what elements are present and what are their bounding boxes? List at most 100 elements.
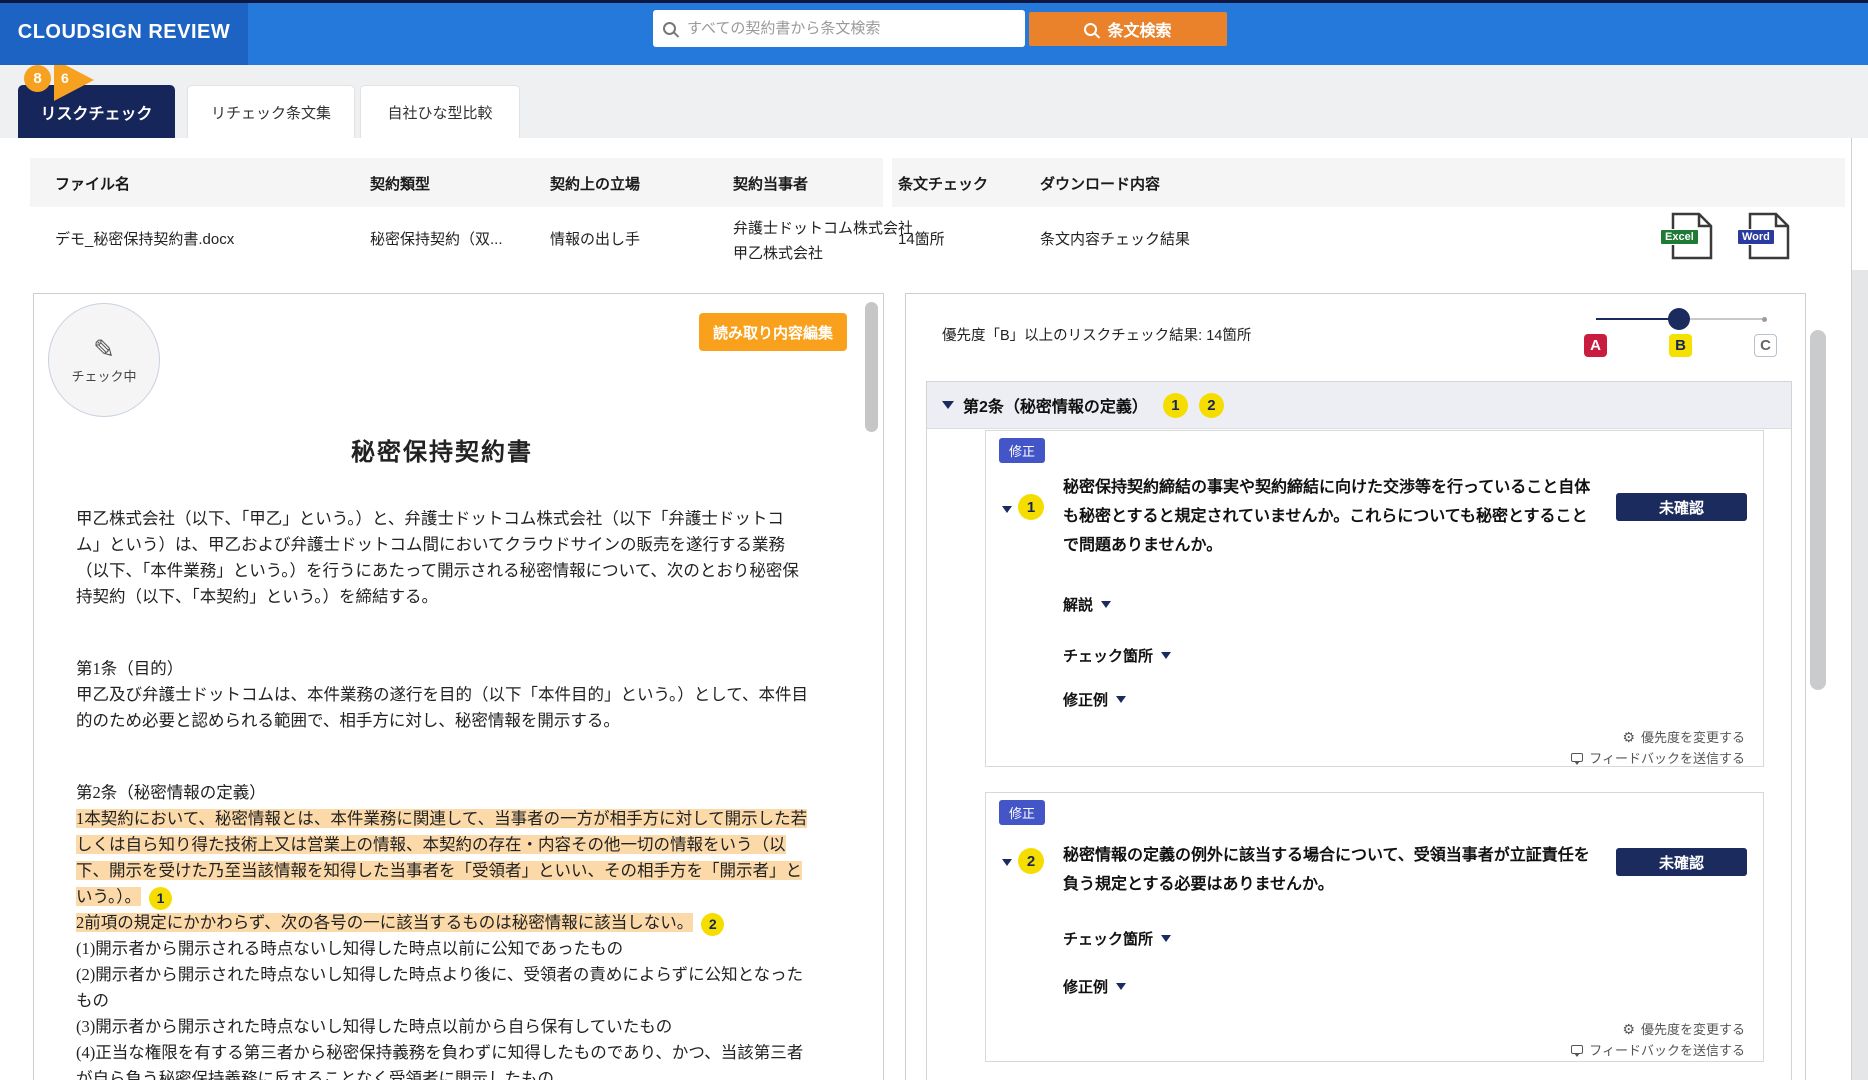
chevron-down-icon	[1116, 983, 1126, 990]
app-header: CLOUDSIGN REVIEW 条文検索	[0, 0, 1868, 65]
highlighted-clause-1: 1本契約において、秘密情報とは、本件業務に関連して、当事者の一方が相手方に対して…	[76, 809, 807, 906]
article1-heading: 第1条（目的）	[76, 656, 808, 682]
tab-bar: リスクチェック リチェック条文集 自社ひな型比較 8 6	[0, 65, 1868, 138]
priority-slider-endstop	[1762, 317, 1767, 322]
send-feedback-link[interactable]: フィードバックを送信する	[1571, 1040, 1745, 1059]
search-icon	[663, 22, 676, 35]
explanation-toggle[interactable]: 解説	[1063, 594, 1111, 615]
tab-label: 自社ひな型比較	[387, 102, 492, 123]
party-1: 弁護士ドットコム株式会社	[733, 216, 913, 241]
highlighted-clause-2: 2前項の規定にかかわらず、次の各号の一に該当するものは秘密情報に該当しない。	[76, 913, 693, 932]
send-feedback-link[interactable]: フィードバックを送信する	[1571, 748, 1745, 767]
clause-search-label: 条文検索	[1107, 17, 1171, 41]
priority-badge-a[interactable]: A	[1584, 334, 1607, 357]
cell-file-name: デモ_秘密保持契約書.docx	[55, 228, 234, 249]
link-label: 修正例	[1063, 689, 1108, 710]
priority-badge-c[interactable]: C	[1754, 334, 1777, 357]
article2-clause2: 2前項の規定にかかわらず、次の各号の一に該当するものは秘密情報に該当しない。 2	[76, 910, 808, 936]
fix-badge: 修正	[999, 438, 1045, 463]
pencil-icon: ✎	[93, 336, 115, 362]
risk-results-panel: 優先度「B」以上のリスクチェック結果: 14箇所 A B C 第2条（秘密情報の…	[905, 293, 1806, 1080]
article2-item-3: (3)開示者から開示された時点ないし知得した時点以前から自ら保有していたもの	[76, 1014, 808, 1040]
cell-position: 情報の出し手	[550, 228, 640, 249]
article2-item-4: (4)正当な権限を有する第三者から秘密保持義務を負わずに知得したものであり、かつ…	[76, 1040, 808, 1080]
party-2: 甲乙株式会社	[733, 241, 913, 266]
tab-recheck-clauses[interactable]: リチェック条文集	[187, 85, 355, 138]
gear-icon: ⚙	[1622, 1022, 1635, 1036]
article-section: 第2条（秘密情報の定義） 1 2 修正 1 秘密保持契約締結の事実や契約締結に向…	[926, 381, 1792, 1080]
tab-template-compare[interactable]: 自社ひな型比較	[360, 85, 520, 138]
chevron-down-icon	[1116, 696, 1126, 703]
cell-download-content: 条文内容チェック結果	[1040, 228, 1190, 249]
fix-example-toggle[interactable]: 修正例	[1063, 976, 1126, 997]
tab-risk-check[interactable]: リスクチェック	[18, 85, 175, 138]
chevron-down-icon	[1161, 652, 1171, 659]
priority-slider-thumb[interactable]	[1668, 308, 1690, 330]
cell-clause-check: 14箇所	[898, 228, 945, 249]
article-section-header[interactable]: 第2条（秘密情報の定義） 1 2	[927, 382, 1791, 429]
edit-ocr-content-button[interactable]: 読み取り内容編集	[699, 313, 847, 351]
search-input[interactable]	[685, 19, 1015, 38]
word-download-icon[interactable]: Word	[1745, 212, 1791, 260]
search-icon	[1084, 23, 1097, 36]
footer-link-label: フィードバックを送信する	[1589, 748, 1745, 767]
collapse-icon[interactable]	[1002, 859, 1012, 866]
priority-slider-track-filled[interactable]	[1596, 318, 1679, 320]
risk-question: 秘密情報の定義の例外に該当する場合について、受領当事者が立証責任を負う規定とする…	[1063, 841, 1593, 899]
change-priority-link[interactable]: ⚙ 優先度を変更する	[1622, 1019, 1745, 1038]
col-download: ダウンロード内容	[1040, 173, 1160, 194]
check-location-toggle[interactable]: チェック箇所	[1063, 645, 1171, 666]
window-top-edge	[0, 0, 1868, 3]
article2-item-1: (1)開示者から開示される時点ないし知得した時点以前に公知であったもの	[76, 936, 808, 962]
contract-document: 秘密保持契約書 甲乙株式会社（以下、「甲乙」という。）と、弁護士ドットコム株式会…	[76, 434, 808, 1080]
hint-badge-8[interactable]: 8	[24, 65, 51, 92]
change-priority-link[interactable]: ⚙ 優先度を変更する	[1622, 727, 1745, 746]
article1-body: 甲乙及び弁護士ドットコムは、本件業務の遂行を目的（以下「本件目的」という。）とし…	[76, 682, 808, 734]
app-window: CLOUDSIGN REVIEW 条文検索 リスクチェック リチェック条文集 自…	[0, 0, 1868, 1080]
risk-marker-1[interactable]: 1	[149, 887, 172, 910]
section-marker-1[interactable]: 1	[1163, 393, 1188, 418]
word-label: Word	[1737, 229, 1775, 245]
hint-arrow-label: 6	[61, 70, 69, 86]
page-background	[1852, 270, 1868, 1080]
article2-clause1: 1本契約において、秘密情報とは、本件業務に関連して、当事者の一方が相手方に対して…	[76, 806, 808, 910]
link-label: 修正例	[1063, 976, 1108, 997]
results-scrollbar[interactable]	[1810, 330, 1826, 690]
risk-card-1: 修正 1 秘密保持契約締結の事実や契約締結に向けた交渉等を行っていること自体も秘…	[985, 430, 1764, 767]
fix-badge: 修正	[999, 800, 1045, 825]
search-box	[653, 10, 1025, 47]
chevron-down-icon	[1161, 935, 1171, 942]
excel-download-icon[interactable]: Excel	[1668, 212, 1714, 260]
tab-label: リチェック条文集	[211, 102, 331, 123]
link-label: チェック箇所	[1063, 928, 1153, 949]
card-marker-2[interactable]: 2	[1018, 848, 1044, 874]
link-label: チェック箇所	[1063, 645, 1153, 666]
cell-parties: 弁護士ドットコム株式会社 甲乙株式会社	[733, 216, 913, 266]
card-marker-1[interactable]: 1	[1018, 494, 1044, 520]
document-scrollbar[interactable]	[865, 302, 878, 432]
document-panel: ✎ チェック中 読み取り内容編集 秘密保持契約書 甲乙株式会社（以下、「甲乙」と…	[33, 293, 884, 1080]
clause-search-button[interactable]: 条文検索	[1029, 12, 1227, 46]
risk-marker-2[interactable]: 2	[701, 913, 724, 936]
cell-contract-type: 秘密保持契約（双...	[370, 228, 503, 249]
col-position: 契約上の立場	[550, 173, 640, 194]
tab-label: リスクチェック	[40, 100, 152, 124]
check-location-toggle[interactable]: チェック箇所	[1063, 928, 1171, 949]
feedback-bubble-icon	[1571, 1045, 1583, 1054]
collapse-icon[interactable]	[1002, 506, 1012, 513]
priority-badge-b[interactable]: B	[1669, 334, 1692, 357]
article2-item-2: (2)開示者から開示された時点ないし知得した時点より後に、受領者の責めによらずに…	[76, 962, 808, 1014]
results-summary: 優先度「B」以上のリスクチェック結果: 14箇所	[942, 324, 1251, 345]
fix-example-toggle[interactable]: 修正例	[1063, 689, 1126, 710]
col-parties: 契約当事者	[733, 173, 808, 194]
gear-icon: ⚙	[1622, 730, 1635, 744]
section-marker-2[interactable]: 2	[1199, 393, 1224, 418]
unconfirmed-button[interactable]: 未確認	[1616, 493, 1747, 521]
unconfirmed-button[interactable]: 未確認	[1616, 848, 1747, 876]
priority-slider-track[interactable]	[1679, 318, 1764, 320]
risk-card-2: 修正 2 秘密情報の定義の例外に該当する場合について、受領当事者が立証責任を負う…	[985, 792, 1764, 1062]
article-section-title: 第2条（秘密情報の定義）	[963, 393, 1148, 417]
contract-preamble: 甲乙株式会社（以下、「甲乙」という。）と、弁護士ドットコム株式会社（以下「弁護士…	[76, 506, 808, 610]
col-contract-type: 契約類型	[370, 173, 430, 194]
footer-link-label: 優先度を変更する	[1641, 1019, 1745, 1038]
